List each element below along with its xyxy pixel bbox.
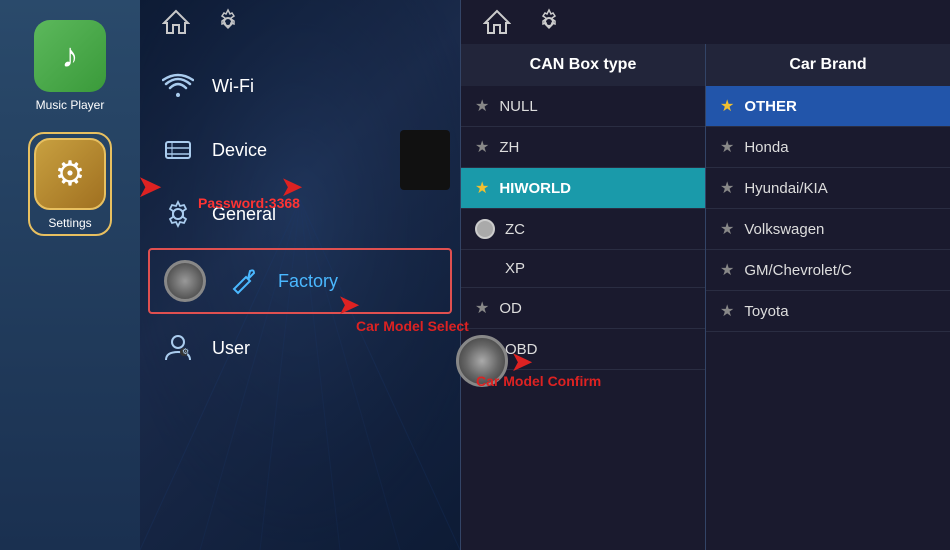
brand-honda-item[interactable]: ★ Honda (706, 127, 950, 168)
hyundai-label: Hyundai/KIA (744, 180, 827, 197)
device-icon (160, 132, 196, 168)
volkswagen-label: Volkswagen (744, 221, 824, 238)
music-player-app[interactable]: ♪ Music Player (34, 20, 106, 112)
can-hiworld-item[interactable]: ★ HIWORLD (461, 168, 705, 209)
general-arrow: ➤ (280, 170, 303, 203)
settings-label: Settings (48, 216, 91, 230)
can-zh-item[interactable]: ★ ZH (461, 127, 705, 168)
svg-text:⚙: ⚙ (182, 347, 189, 356)
home-icon[interactable] (160, 8, 192, 36)
car-brand-column: Car Brand ★ OTHER ★ Honda ★ Hyundai/KIA … (706, 44, 950, 550)
can-od-item[interactable]: ★ OD (461, 288, 705, 329)
null-star-icon: ★ (475, 96, 489, 116)
car-model-confirm-label: Car Model Confirm (476, 373, 601, 389)
zc-circle-icon (475, 219, 495, 239)
od-star-icon: ★ (475, 298, 489, 318)
can-zc-item[interactable]: ZC (461, 209, 705, 250)
car-model-select-label: Car Model Select (356, 318, 469, 334)
null-label: NULL (499, 98, 537, 115)
gear-icon[interactable] (212, 8, 244, 36)
car-brand-header: Car Brand (706, 44, 950, 86)
right-gear-icon[interactable] (533, 8, 565, 36)
wifi-label: Wi-Fi (212, 76, 254, 97)
brand-gm-item[interactable]: ★ GM/Chevrolet/C (706, 250, 950, 291)
brand-toyota-item[interactable]: ★ Toyota (706, 291, 950, 332)
lists-area: CAN Box type ★ NULL ★ ZH ★ HIWORLD ZC (461, 44, 950, 550)
hyundai-star-icon: ★ (720, 178, 734, 198)
factory-label: Factory (278, 271, 338, 292)
right-home-icon[interactable] (481, 8, 513, 36)
settings-app[interactable]: ⚙ Settings (28, 132, 112, 236)
can-box-column: CAN Box type ★ NULL ★ ZH ★ HIWORLD ZC (461, 44, 706, 550)
device-arrow: ➤ (138, 170, 161, 203)
brand-other-item[interactable]: ★ OTHER (706, 86, 950, 127)
can-box-header: CAN Box type (461, 44, 705, 86)
user-icon: ⚙ (160, 330, 196, 366)
factory-wrench-icon (226, 263, 262, 299)
factory-toggle[interactable] (164, 260, 206, 302)
settings-icon: ⚙ (34, 138, 106, 210)
hiworld-star-icon: ★ (475, 178, 489, 198)
brand-volkswagen-item[interactable]: ★ Volkswagen (706, 209, 950, 250)
brand-hyundai-item[interactable]: ★ Hyundai/KIA (706, 168, 950, 209)
od-label: OD (499, 300, 522, 317)
general-icon (160, 196, 196, 232)
wifi-icon (160, 68, 196, 104)
black-box (400, 130, 450, 190)
xp-label: XP (505, 260, 525, 277)
right-top-bar (461, 0, 950, 44)
left-sidebar: ♪ Music Player ⚙ Settings (0, 0, 140, 550)
menu-item-factory[interactable]: Factory (148, 248, 452, 314)
zh-label: ZH (499, 139, 519, 156)
music-player-icon: ♪ (34, 20, 106, 92)
honda-label: Honda (744, 139, 788, 156)
zh-star-icon: ★ (475, 137, 489, 157)
music-player-label: Music Player (36, 98, 105, 112)
volkswagen-star-icon: ★ (720, 219, 734, 239)
middle-panel: Wi-Fi Device General (140, 0, 460, 550)
device-label: Device (212, 140, 267, 161)
honda-star-icon: ★ (720, 137, 734, 157)
other-label: OTHER (744, 98, 797, 115)
car-model-select-arrow: ➤ (337, 288, 360, 321)
middle-top-bar (140, 0, 460, 44)
hiworld-label: HIWORLD (499, 180, 571, 197)
user-label: User (212, 338, 250, 359)
can-null-item[interactable]: ★ NULL (461, 86, 705, 127)
right-panel: CAN Box type ★ NULL ★ ZH ★ HIWORLD ZC (461, 0, 950, 550)
gm-label: GM/Chevrolet/C (744, 262, 852, 279)
menu-list: Wi-Fi Device General (140, 44, 460, 390)
toyota-label: Toyota (744, 303, 788, 320)
other-star-icon: ★ (720, 96, 734, 116)
zc-label: ZC (505, 221, 525, 238)
menu-item-wifi[interactable]: Wi-Fi (140, 54, 460, 118)
can-xp-item[interactable]: XP (461, 250, 705, 288)
gm-star-icon: ★ (720, 260, 734, 280)
toyota-star-icon: ★ (720, 301, 734, 321)
